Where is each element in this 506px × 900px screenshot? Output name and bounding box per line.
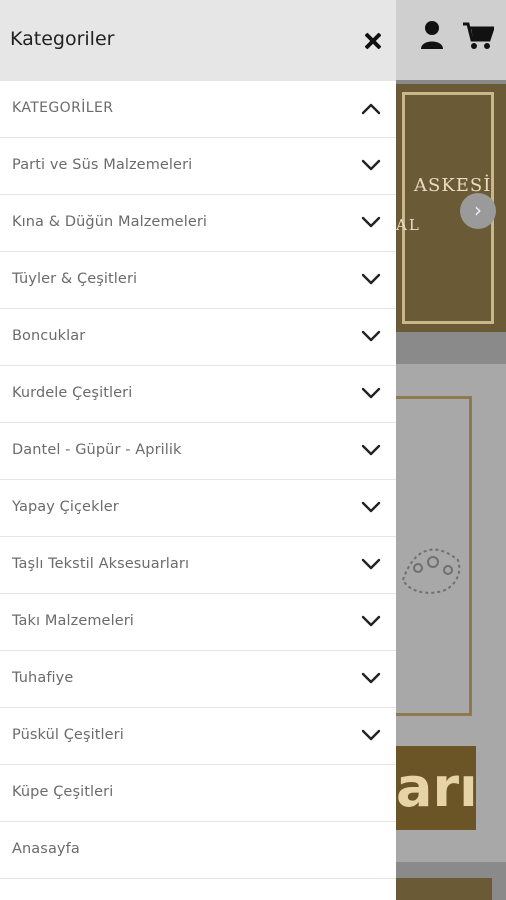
category-item[interactable]: Püskül Çeşitleri (0, 708, 396, 765)
category-label: Püskül Çeşitleri (12, 727, 124, 743)
category-item[interactable]: Taşlı Tekstil Aksesuarları (0, 537, 396, 594)
drawer-header: Kategoriler (0, 0, 396, 81)
hero-banner-subtext: AL (396, 216, 421, 234)
category-item[interactable]: Dantel - Güpür - Aprilik (0, 423, 396, 480)
category-label: Kına & Düğün Malzemeleri (12, 214, 208, 230)
chevron-down-icon[interactable] (361, 728, 381, 742)
category-label: Yapay Çiçekler (12, 499, 119, 515)
chevron-up-icon[interactable] (361, 101, 381, 115)
category-item[interactable]: KATEGORİLER (0, 81, 396, 138)
category-label: KATEGORİLER (12, 100, 114, 116)
category-label: Parti ve Süs Malzemeleri (12, 157, 193, 173)
category-label: Küpe Çeşitleri (12, 784, 114, 800)
chevron-down-icon[interactable] (361, 272, 381, 286)
chevron-down-icon[interactable] (361, 329, 381, 343)
carousel-next-button[interactable]: › (460, 193, 496, 229)
chevron-down-icon[interactable] (361, 671, 381, 685)
category-label: Kurdele Çeşitleri (12, 385, 133, 401)
drawer-title: Kategoriler (10, 28, 115, 50)
promo-banner-text: arı (396, 756, 478, 819)
chevron-down-icon[interactable] (361, 215, 381, 229)
category-label: Tuhafiye (12, 670, 74, 686)
chevron-down-icon[interactable] (361, 557, 381, 571)
category-item[interactable]: Parti ve Süs Malzemeleri (0, 138, 396, 195)
bottom-banner[interactable] (396, 878, 492, 900)
category-drawer: Kategoriler KATEGORİLER Parti ve Süs Malz… (0, 0, 396, 900)
close-icon[interactable] (362, 30, 384, 52)
chevron-down-icon[interactable] (361, 158, 381, 172)
category-label: Dantel - Güpür - Aprilik (12, 442, 182, 458)
chevron-down-icon[interactable] (361, 443, 381, 457)
chevron-down-icon[interactable] (361, 614, 381, 628)
chevron-down-icon[interactable] (361, 386, 381, 400)
category-item[interactable]: Tuhafiye (0, 651, 396, 708)
category-item[interactable]: Tüyler & Çeşitleri (0, 252, 396, 309)
category-label: Anasayfa (12, 841, 80, 857)
category-label: Tüyler & Çeşitleri (12, 271, 138, 287)
lace-image (398, 520, 468, 620)
category-item[interactable]: Anasayfa (0, 822, 396, 879)
category-label: Taşlı Tekstil Aksesuarları (12, 556, 190, 572)
category-item[interactable]: Boncuklar (0, 309, 396, 366)
chevron-down-icon[interactable] (361, 500, 381, 514)
category-item[interactable]: Kına & Düğün Malzemeleri (0, 195, 396, 252)
category-item[interactable]: Küpe Çeşitleri (0, 765, 396, 822)
cart-icon[interactable] (462, 22, 496, 50)
category-list: KATEGORİLER Parti ve Süs Malzemeleri Kına … (0, 81, 396, 879)
category-label: Takı Malzemeleri (12, 613, 134, 629)
category-item[interactable]: Yapay Çiçekler (0, 480, 396, 537)
category-item[interactable]: Kurdele Çeşitleri (0, 366, 396, 423)
category-item[interactable]: Takı Malzemeleri (0, 594, 396, 651)
user-icon[interactable] (420, 20, 444, 50)
category-label: Boncuklar (12, 328, 86, 344)
